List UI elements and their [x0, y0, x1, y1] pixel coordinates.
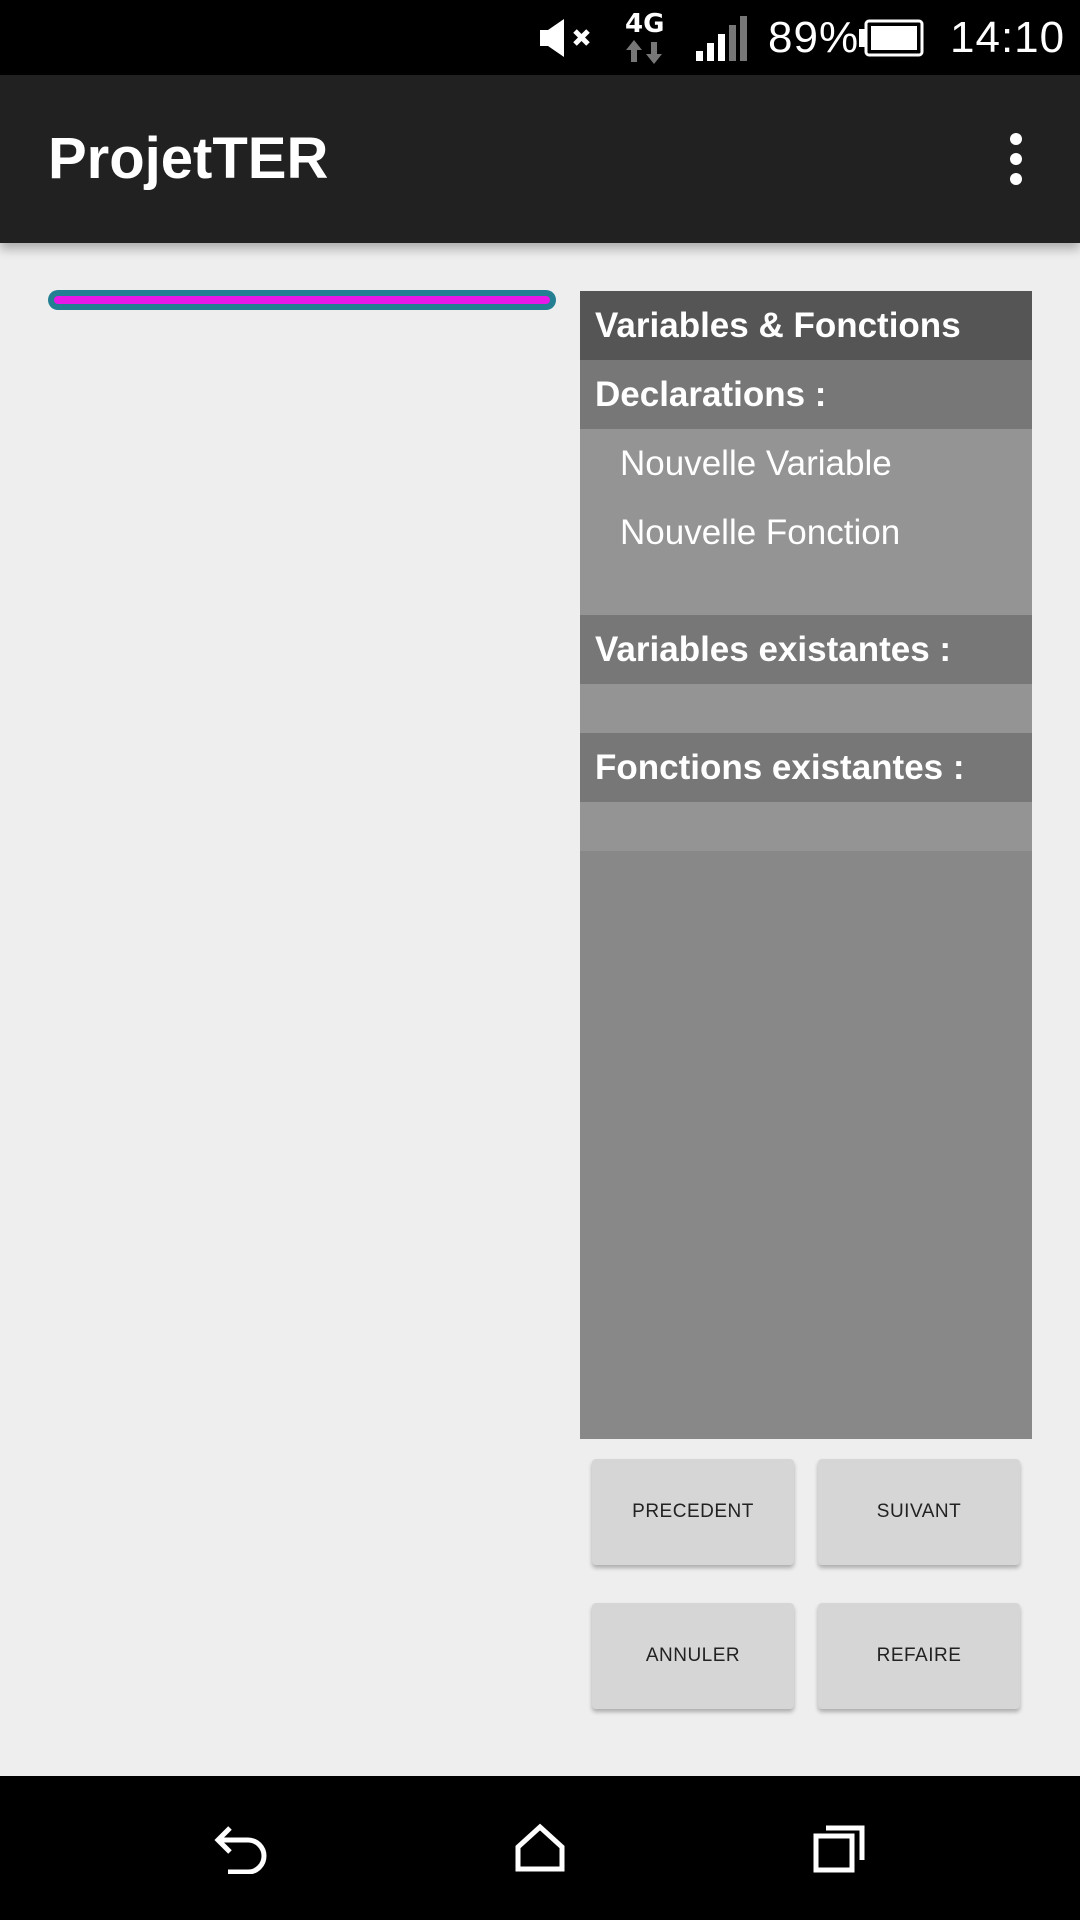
battery-icon: [858, 0, 928, 75]
network-4g-icon: 4G: [622, 0, 672, 75]
previous-button[interactable]: PRECEDENT: [592, 1459, 794, 1565]
network-label: 4G: [625, 9, 664, 39]
undo-button[interactable]: ANNULER: [592, 1603, 794, 1709]
next-button[interactable]: SUIVANT: [818, 1459, 1020, 1565]
overflow-menu-icon[interactable]: [976, 119, 1056, 199]
navigation-bar: [0, 1776, 1080, 1920]
new-variable-item[interactable]: Nouvelle Variable: [620, 429, 892, 498]
clock: 14:10: [950, 12, 1066, 62]
new-function-item[interactable]: Nouvelle Fonction: [620, 498, 900, 567]
home-icon[interactable]: [490, 1798, 590, 1898]
battery-percent: 89%: [768, 12, 860, 62]
existing-variables-list: [580, 684, 1032, 733]
recents-icon[interactable]: [790, 1798, 890, 1898]
existing-functions-list: [580, 802, 1032, 851]
progress-fill: [54, 296, 550, 304]
app-title: ProjetTER: [48, 126, 329, 191]
existing-functions-header: Fonctions existantes :: [580, 733, 1032, 802]
existing-variables-header: Variables existantes :: [580, 615, 1032, 684]
mute-icon: [536, 0, 600, 75]
redo-button[interactable]: REFAIRE: [818, 1603, 1020, 1709]
back-icon[interactable]: [190, 1798, 290, 1898]
progress-slider[interactable]: [48, 290, 556, 310]
status-bar: 4G 89% 14:10: [0, 0, 1080, 75]
declarations-list: Nouvelle Variable Nouvelle Fonction: [580, 429, 1032, 615]
signal-icon: [692, 0, 754, 75]
declarations-header: Declarations :: [580, 360, 1032, 429]
app-bar: ProjetTER: [0, 75, 1080, 243]
variables-functions-panel: Variables & Fonctions Declarations : Nou…: [580, 291, 1032, 1439]
panel-title: Variables & Fonctions: [580, 291, 1032, 360]
